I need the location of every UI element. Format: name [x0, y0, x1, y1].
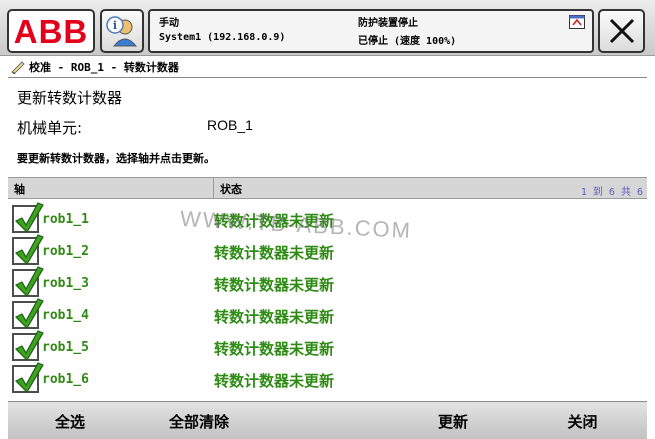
- svg-text:i: i: [113, 19, 117, 32]
- axis-state: 转数计数器未更新: [214, 212, 335, 230]
- speed-status: 已停止 (速度 100%): [358, 36, 457, 47]
- column-header-axis[interactable]: 轴: [14, 181, 25, 197]
- update-button[interactable]: 更新: [388, 402, 518, 439]
- abb-menu-button[interactable]: ABB: [7, 9, 95, 53]
- table-row[interactable]: rob1_2 转数计数器未更新: [8, 234, 647, 268]
- axis-checkbox[interactable]: [12, 202, 44, 233]
- axis-checkbox[interactable]: [12, 362, 44, 393]
- abb-logo: ABB: [13, 12, 89, 50]
- axis-state: 转数计数器未更新: [214, 340, 335, 358]
- user-info-button[interactable]: i: [100, 9, 144, 53]
- axis-checkbox[interactable]: [12, 234, 44, 265]
- status-window-icon[interactable]: [569, 15, 585, 29]
- axis-list: rob1_1 转数计数器未更新 rob1_2 转数计数器未更新 rob1_3 转…: [8, 202, 647, 396]
- axis-name: rob1_5: [42, 340, 89, 355]
- column-header-state[interactable]: 状态: [220, 181, 242, 197]
- system-name: System1 (192.168.0.9): [159, 32, 286, 43]
- axis-checkbox[interactable]: [12, 330, 44, 361]
- axis-name: rob1_6: [42, 372, 89, 387]
- axis-name: rob1_4: [42, 308, 89, 323]
- axis-checkbox[interactable]: [12, 298, 44, 329]
- checkmark-icon: [14, 362, 44, 393]
- operating-mode: 手动: [159, 18, 179, 29]
- axis-name: rob1_1: [42, 212, 89, 227]
- bottom-command-bar: 全选 全部清除 更新 关闭: [8, 401, 647, 439]
- user-info-icon: i: [106, 16, 138, 47]
- checkmark-icon: [14, 298, 44, 329]
- close-window-button[interactable]: [598, 9, 645, 53]
- checkmark-icon: [14, 330, 44, 361]
- table-row[interactable]: rob1_1 转数计数器未更新: [8, 202, 647, 236]
- breadcrumb: 校准 - ROB_1 - 转数计数器: [8, 56, 647, 78]
- page-title: 更新转数计数器: [17, 89, 123, 107]
- mechanical-unit-value: ROB_1: [207, 117, 253, 133]
- table-row[interactable]: rob1_6 转数计数器未更新: [8, 362, 647, 396]
- table-header: 轴 状态 1 到 6 共 6: [8, 177, 647, 199]
- status-panel[interactable]: 手动 System1 (192.168.0.9) 防护装置停止 已停止 (速度 …: [148, 9, 594, 53]
- axis-state: 转数计数器未更新: [214, 372, 335, 390]
- axis-name: rob1_2: [42, 244, 89, 259]
- pagination-info: 1 到 6 共 6: [580, 187, 643, 198]
- checkmark-icon: [14, 202, 44, 233]
- checkmark-icon: [14, 234, 44, 265]
- instruction-text: 要更新转数计数器，选择轴并点击更新。: [17, 152, 215, 165]
- mechanical-unit-label: 机械单元:: [17, 119, 83, 137]
- column-divider[interactable]: [213, 178, 214, 199]
- clear-all-button[interactable]: 全部清除: [132, 402, 266, 439]
- checkmark-icon: [14, 266, 44, 297]
- axis-state: 转数计数器未更新: [214, 244, 335, 262]
- close-button[interactable]: 关闭: [518, 402, 647, 439]
- table-row[interactable]: rob1_3 转数计数器未更新: [8, 266, 647, 300]
- axis-state: 转数计数器未更新: [214, 276, 335, 294]
- breadcrumb-text: 校准 - ROB_1 - 转数计数器: [29, 60, 179, 74]
- table-row[interactable]: rob1_4 转数计数器未更新: [8, 298, 647, 332]
- calibration-icon: [11, 60, 25, 74]
- top-bar: ABB i 手动 System1 (192.168.0.9) 防护装置停止 已停…: [0, 0, 655, 56]
- axis-name: rob1_3: [42, 276, 89, 291]
- safety-status: 防护装置停止: [358, 18, 418, 29]
- axis-state: 转数计数器未更新: [214, 308, 335, 326]
- close-x-icon: [609, 18, 634, 44]
- select-all-button[interactable]: 全选: [8, 402, 132, 439]
- table-row[interactable]: rob1_5 转数计数器未更新: [8, 330, 647, 364]
- axis-checkbox[interactable]: [12, 266, 44, 297]
